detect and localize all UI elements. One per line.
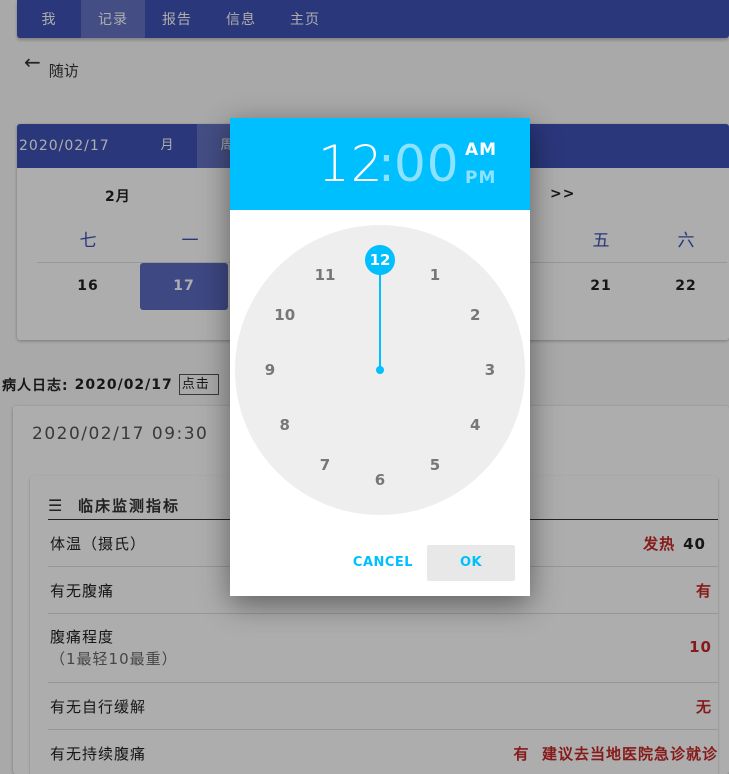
- clock-hour-2[interactable]: 2: [460, 300, 490, 330]
- time-picker-dialog: 12 : 00 AM PM 12 1 2 3 4 5 6 7 8 9 10 11 CANCEL OK: [230, 118, 530, 596]
- clock-hour-8[interactable]: 8: [270, 410, 300, 440]
- clock-center-dot: [376, 366, 384, 374]
- am-toggle[interactable]: AM: [465, 140, 497, 160]
- clock-hour-1[interactable]: 1: [420, 260, 450, 290]
- clock-hour-7[interactable]: 7: [310, 450, 340, 480]
- clock-face[interactable]: 12 1 2 3 4 5 6 7 8 9 10 11: [235, 225, 525, 515]
- hour-display[interactable]: 12: [318, 134, 384, 194]
- pm-toggle[interactable]: PM: [465, 168, 496, 188]
- clock-hour-10[interactable]: 10: [270, 300, 300, 330]
- ok-button[interactable]: OK: [427, 545, 515, 581]
- time-picker-header: 12 : 00 AM PM: [230, 118, 530, 210]
- minute-display[interactable]: 00: [394, 134, 460, 194]
- clock-hand[interactable]: [379, 260, 381, 370]
- clock-hour-11[interactable]: 11: [310, 260, 340, 290]
- time-separator: :: [378, 135, 395, 193]
- clock-hour-6[interactable]: 6: [365, 465, 395, 495]
- clock-hour-4[interactable]: 4: [460, 410, 490, 440]
- cancel-button[interactable]: CANCEL: [348, 545, 418, 581]
- clock-hour-12[interactable]: 12: [365, 245, 395, 275]
- clock-hour-5[interactable]: 5: [420, 450, 450, 480]
- clock-hour-9[interactable]: 9: [255, 355, 285, 385]
- clock-hour-3[interactable]: 3: [475, 355, 505, 385]
